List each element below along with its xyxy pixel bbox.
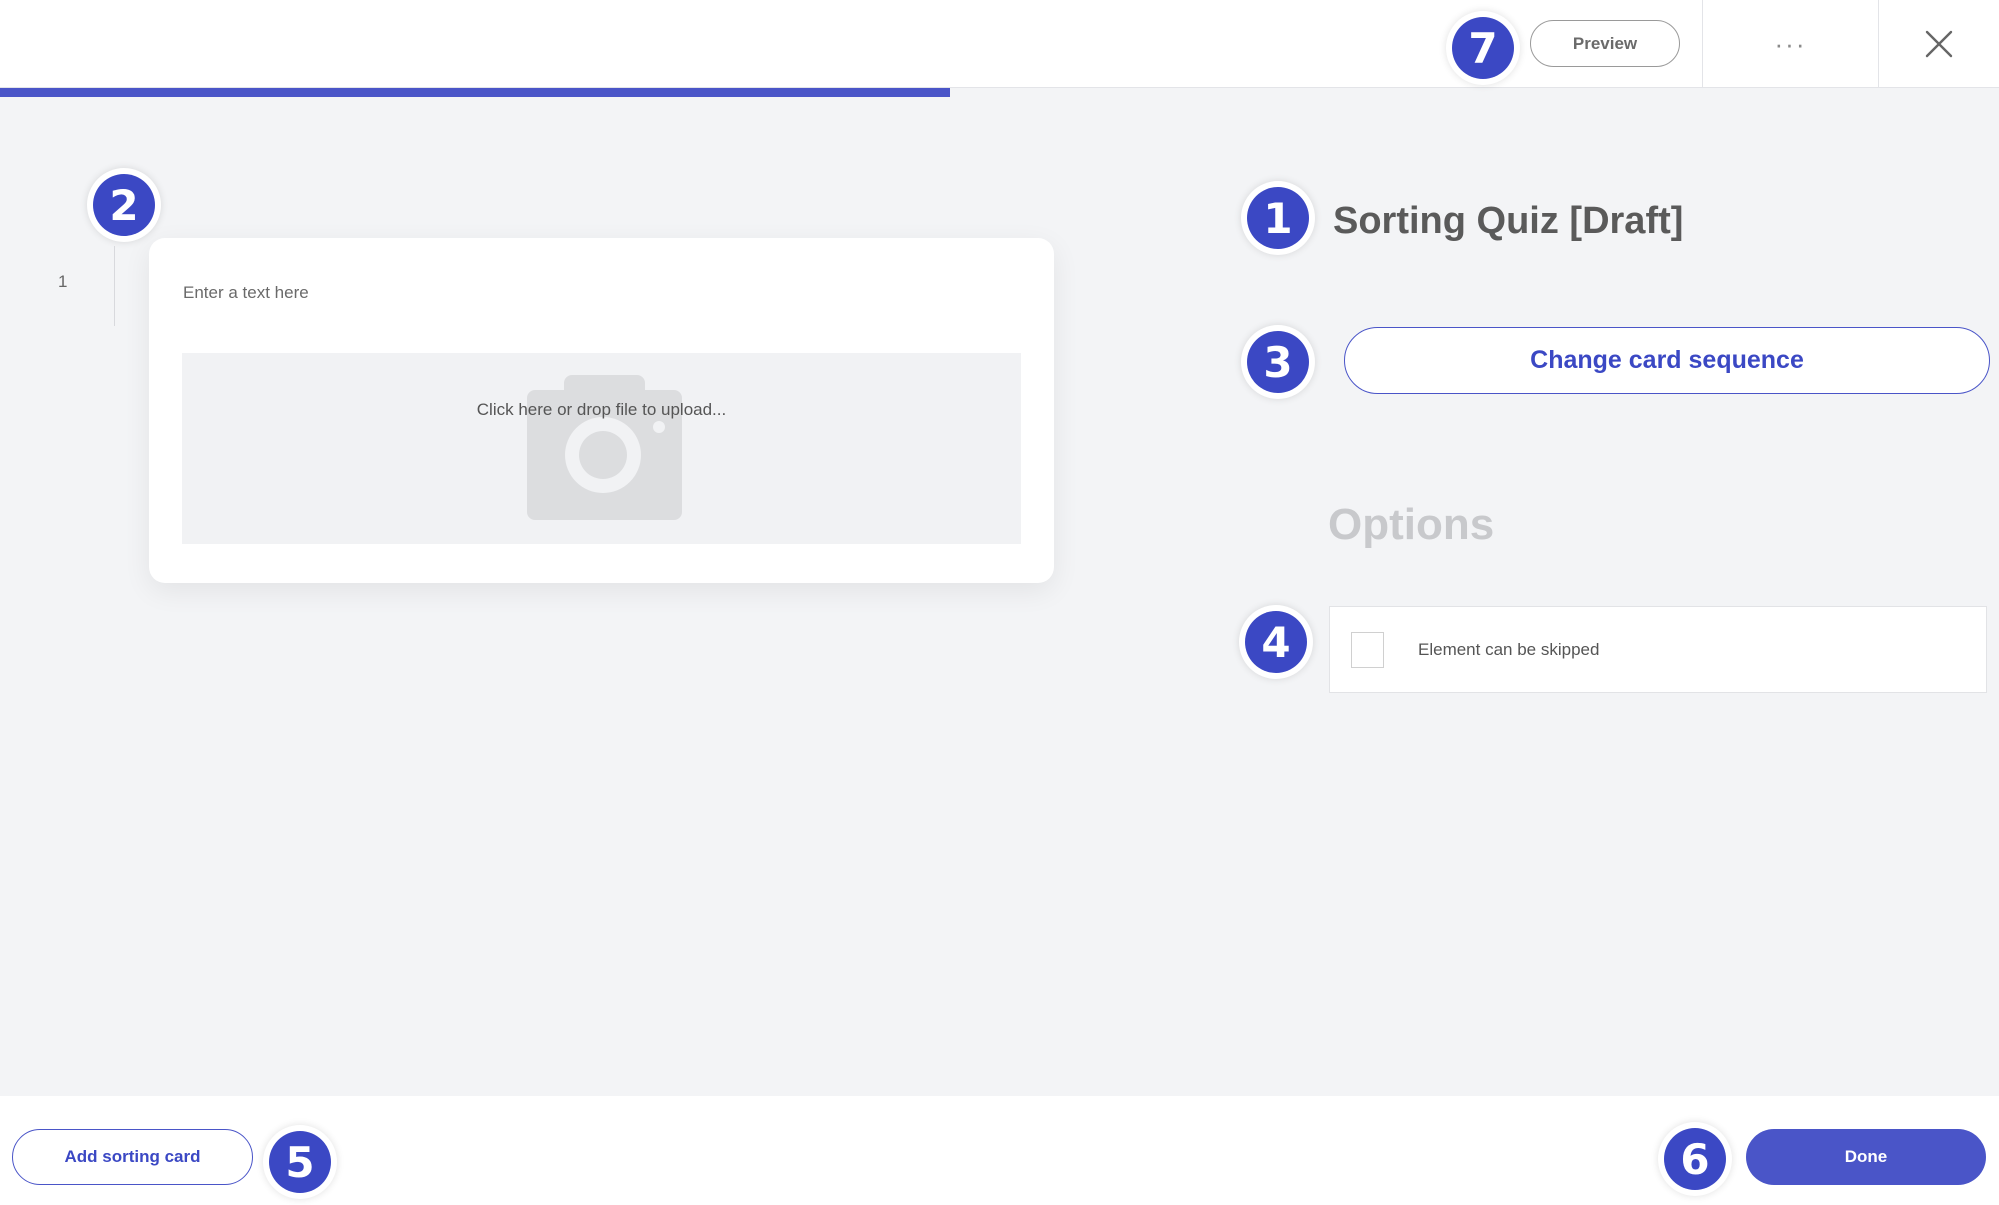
change-card-sequence-button[interactable]: Change card sequence xyxy=(1344,327,1990,394)
more-icon: ··· xyxy=(1774,28,1807,59)
marker-1: 1 xyxy=(1241,181,1315,255)
top-bar xyxy=(0,0,1999,88)
marker-3-number: 3 xyxy=(1247,331,1309,393)
marker-6: 6 xyxy=(1658,1122,1732,1196)
more-options-button[interactable]: ··· xyxy=(1703,0,1878,88)
marker-4: 4 xyxy=(1239,605,1313,679)
marker-7: 7 xyxy=(1446,11,1520,85)
marker-2: 2 xyxy=(87,168,161,242)
image-upload-area[interactable]: Click here or drop file to upload... xyxy=(182,353,1021,544)
sorting-card: Enter a text here Click here or drop fil… xyxy=(149,238,1054,583)
progress-bar xyxy=(0,88,950,97)
options-heading: Options xyxy=(1328,500,1495,549)
skip-option: Element can be skipped xyxy=(1329,606,1987,693)
skip-checkbox[interactable] xyxy=(1351,632,1384,668)
marker-2-number: 2 xyxy=(93,174,155,236)
close-icon xyxy=(1925,30,1953,58)
camera-icon xyxy=(527,375,682,520)
preview-button[interactable]: Preview xyxy=(1530,20,1680,67)
quiz-title: Sorting Quiz [Draft] xyxy=(1333,200,1684,242)
marker-6-number: 6 xyxy=(1664,1128,1726,1190)
add-sorting-card-button[interactable]: Add sorting card xyxy=(12,1129,253,1185)
marker-1-number: 1 xyxy=(1247,187,1309,249)
card-row-number: 1 xyxy=(58,272,68,291)
upload-instructions: Click here or drop file to upload... xyxy=(476,400,727,419)
done-button[interactable]: Done xyxy=(1746,1129,1986,1185)
marker-5: 5 xyxy=(263,1125,337,1199)
marker-4-number: 4 xyxy=(1245,611,1307,673)
card-row-line xyxy=(114,246,115,326)
card-text-input[interactable]: Enter a text here xyxy=(183,283,309,303)
skip-label: Element can be skipped xyxy=(1418,640,1600,659)
marker-5-number: 5 xyxy=(269,1131,331,1193)
close-button[interactable] xyxy=(1879,0,1999,88)
marker-7-number: 7 xyxy=(1452,17,1514,79)
marker-3: 3 xyxy=(1241,325,1315,399)
